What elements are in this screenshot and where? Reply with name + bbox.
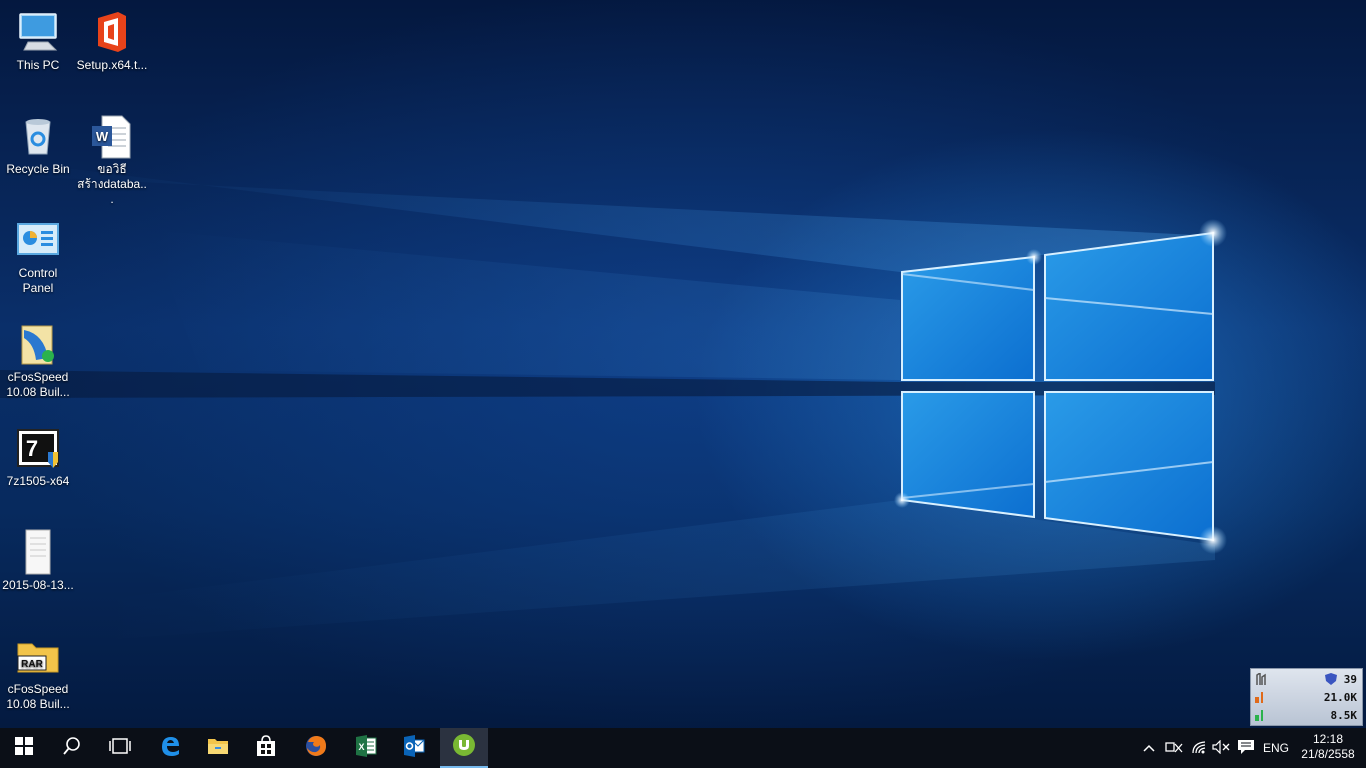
desktop-icon-word-doc[interactable]: W ขอวิธีสร้างdataba... bbox=[74, 108, 150, 207]
desktop-icon-recycle-bin[interactable]: Recycle Bin bbox=[0, 108, 76, 177]
file-explorer-icon bbox=[207, 736, 229, 761]
volume-muted-icon bbox=[1212, 739, 1230, 757]
outlook-icon bbox=[403, 734, 425, 762]
language-indicator[interactable]: ENG bbox=[1260, 728, 1292, 768]
chevron-up-icon bbox=[1143, 741, 1155, 755]
installer-icon bbox=[14, 320, 62, 368]
clock-date: 21/8/2558 bbox=[1301, 747, 1355, 761]
desktop-icon-document-2015[interactable]: 2015-08-13... bbox=[0, 524, 76, 593]
cfos-upload-row: 21.0K bbox=[1251, 688, 1362, 706]
desktop-icon-7zip[interactable]: 7 7z1505-x64 bbox=[0, 420, 76, 489]
task-view-icon bbox=[109, 737, 131, 759]
control-panel-icon bbox=[14, 216, 62, 264]
clock-time: 12:18 bbox=[1312, 732, 1344, 746]
tray-action-center-button[interactable] bbox=[1234, 728, 1258, 768]
utorrent-icon bbox=[452, 733, 476, 762]
document-icon bbox=[14, 528, 62, 576]
start-button[interactable] bbox=[0, 728, 48, 768]
clock[interactable]: 12:18 21/8/2558 bbox=[1292, 728, 1364, 768]
svg-text:RAR: RAR bbox=[21, 659, 43, 670]
desktop-icon-label: cFosSpeed 10.08 Buil... bbox=[6, 370, 70, 399]
desktop-icon-cfosspeed-installer[interactable]: cFosSpeed 10.08 Buil... bbox=[0, 316, 76, 400]
desktop-icon-label: Setup.x64.t... bbox=[76, 58, 148, 72]
desktop[interactable]: This PC Setup.x64.t... Recycle Bin W ขอว… bbox=[0, 0, 1366, 728]
taskbar-utorrent-button[interactable] bbox=[440, 728, 488, 768]
tray-wifi-button[interactable] bbox=[1188, 728, 1210, 768]
taskbar-excel-button[interactable]: X bbox=[342, 728, 390, 768]
7zip-icon: 7 bbox=[14, 424, 62, 472]
tray-volume-button[interactable] bbox=[1210, 728, 1232, 768]
cfosspeed-widget[interactable]: 39 21.0K 8.5K bbox=[1250, 668, 1363, 726]
store-icon bbox=[255, 734, 277, 762]
network-disconnected-icon bbox=[1165, 740, 1183, 757]
cfos-ping-row: 39 bbox=[1251, 670, 1362, 688]
cfos-download-row: 8.5K bbox=[1251, 706, 1362, 724]
office-icon bbox=[88, 8, 136, 56]
desktop-icon-label: 7z1505-x64 bbox=[6, 474, 70, 488]
tray-network-status-button[interactable] bbox=[1162, 728, 1186, 768]
rar-archive-icon: RAR bbox=[14, 632, 62, 680]
wallpaper bbox=[0, 160, 1227, 640]
start-icon bbox=[15, 736, 33, 760]
desktop-icon-label: Control Panel bbox=[18, 266, 58, 295]
cfos-upload-value: 21.0K bbox=[1323, 691, 1357, 704]
download-bar-icon bbox=[1255, 710, 1265, 721]
desktop-icon-label: cFosSpeed 10.08 Buil... bbox=[6, 682, 70, 711]
taskbar-firefox-button[interactable] bbox=[292, 728, 340, 768]
upload-bar-icon bbox=[1255, 692, 1265, 703]
search-icon bbox=[63, 736, 81, 760]
this-pc-icon bbox=[14, 8, 62, 56]
recycle-bin-icon bbox=[14, 112, 62, 160]
taskbar[interactable]: X ENG 12:18 21/8/2558 bbox=[0, 728, 1366, 768]
search-button[interactable] bbox=[48, 728, 96, 768]
cfos-download-value: 8.5K bbox=[1330, 709, 1358, 722]
desktop-icon-label: This PC bbox=[16, 58, 60, 72]
word-document-icon: W bbox=[88, 112, 136, 160]
edge-icon bbox=[159, 735, 181, 762]
firefox-icon bbox=[304, 734, 328, 763]
desktop-icon-label: Recycle Bin bbox=[6, 162, 70, 176]
desktop-icon-this-pc[interactable]: This PC bbox=[0, 4, 76, 73]
svg-text:X: X bbox=[358, 742, 364, 752]
notification-icon bbox=[1237, 739, 1255, 758]
desktop-icon-label: 2015-08-13... bbox=[2, 578, 74, 592]
desktop-icon-cfosspeed-rar[interactable]: RAR cFosSpeed 10.08 Buil... bbox=[0, 628, 76, 712]
taskbar-store-button[interactable] bbox=[242, 728, 290, 768]
taskbar-outlook-button[interactable] bbox=[390, 728, 438, 768]
svg-text:7: 7 bbox=[26, 436, 38, 461]
taskbar-file-explorer-button[interactable] bbox=[194, 728, 242, 768]
show-hidden-icons-button[interactable] bbox=[1140, 728, 1158, 768]
wifi-icon bbox=[1191, 740, 1207, 757]
svg-text:W: W bbox=[96, 129, 109, 144]
task-view-button[interactable] bbox=[96, 728, 144, 768]
taskbar-edge-button[interactable] bbox=[146, 728, 194, 768]
cfos-ping-value: 39 bbox=[1343, 673, 1357, 686]
desktop-icon-control-panel[interactable]: Control Panel bbox=[0, 212, 76, 296]
language-label: ENG bbox=[1262, 741, 1289, 755]
excel-icon: X bbox=[355, 734, 377, 762]
desktop-icon-setup[interactable]: Setup.x64.t... bbox=[74, 4, 150, 73]
desktop-icon-label: ขอวิธีสร้างdataba... bbox=[77, 162, 147, 206]
cfos-shield-icon bbox=[1325, 673, 1337, 685]
cfos-status-icon bbox=[1255, 671, 1269, 685]
